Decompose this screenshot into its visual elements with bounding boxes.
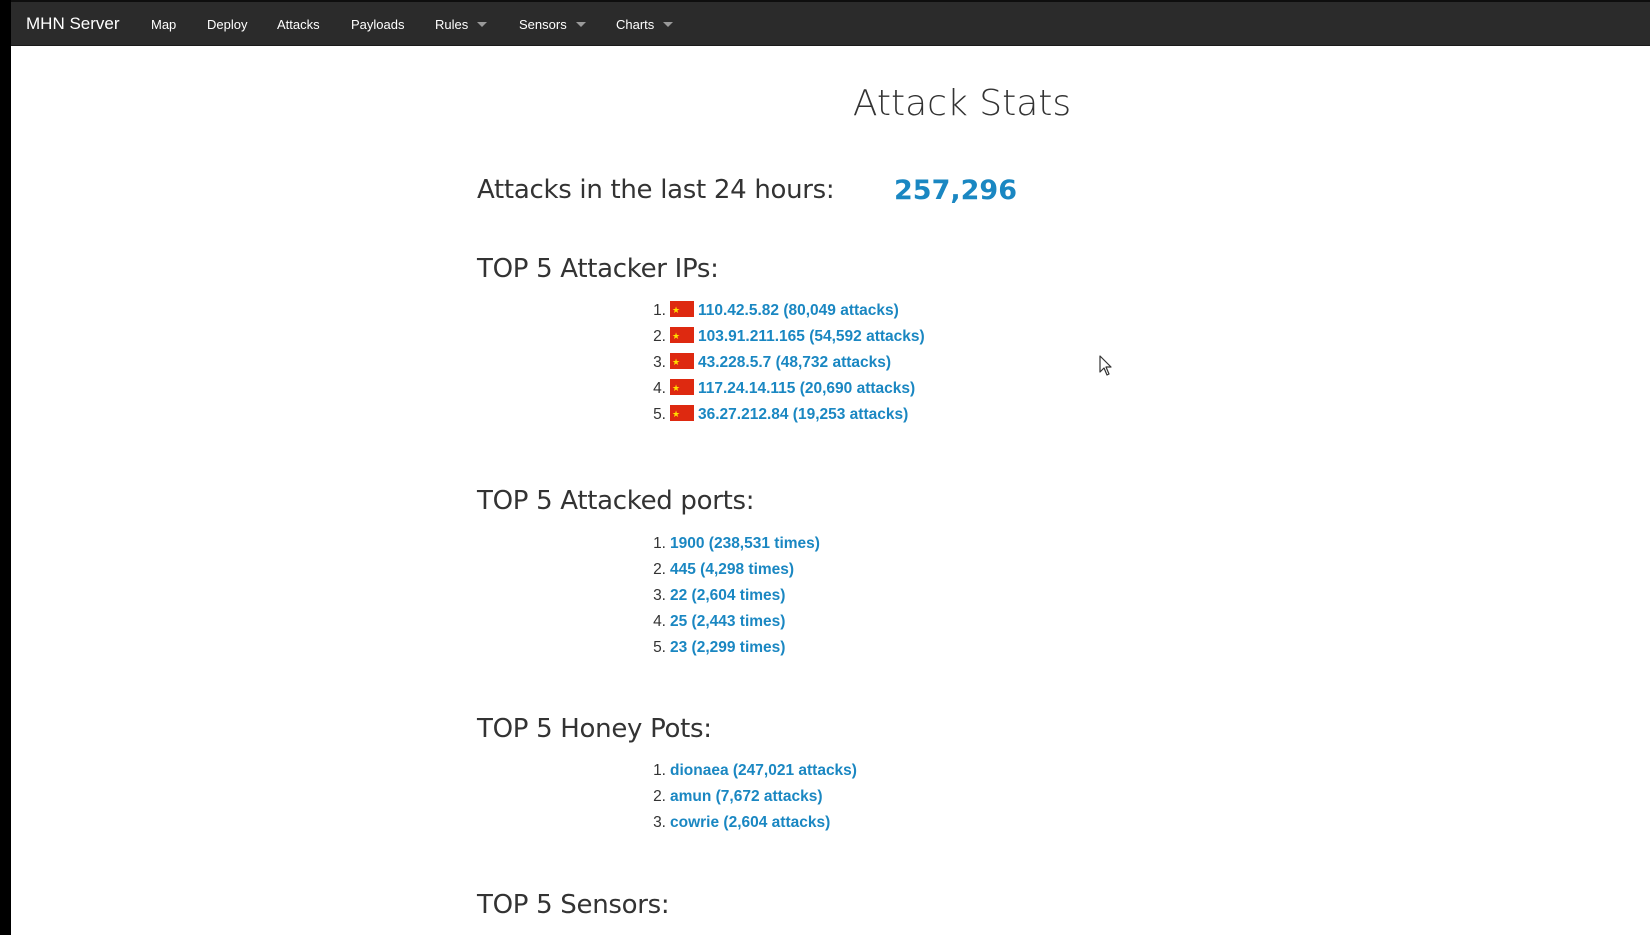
china-flag-icon (670, 298, 694, 324)
list-number: 5. (653, 406, 666, 423)
top-honeypots-list: 1. dionaea (247,021 attacks) 2. amun (7,67… (640, 758, 857, 836)
attacks-24h-count: 257,296 (894, 175, 1017, 206)
nav-attacks[interactable]: Attacks (277, 17, 320, 32)
honeypot-link[interactable]: amun (7,672 attacks) (670, 788, 823, 805)
nav-payloads-label: Payloads (351, 17, 405, 32)
nav-payloads[interactable]: Payloads (351, 17, 404, 32)
list-number: 3. (653, 354, 666, 371)
china-flag-icon (670, 350, 694, 376)
nav-sensors-dropdown[interactable]: Sensors (519, 17, 586, 32)
attacker-ip-link[interactable]: 43.228.5.7 (48,732 attacks) (698, 354, 891, 371)
list-item: 1. dionaea (247,021 attacks) (640, 758, 857, 784)
honeypot-link[interactable]: dionaea (247,021 attacks) (670, 762, 857, 779)
nav-charts-dropdown[interactable]: Charts (616, 17, 674, 32)
attacker-ip-link[interactable]: 36.27.212.84 (19,253 attacks) (698, 406, 908, 423)
list-number: 2. (653, 788, 666, 805)
top-ips-heading: TOP 5 Attacker IPs: (477, 254, 719, 284)
nav-deploy-label: Deploy (207, 17, 248, 32)
top-ports-heading: TOP 5 Attacked ports: (477, 486, 755, 516)
list-item: 2. 445 (4,298 times) (640, 557, 820, 583)
list-number: 2. (653, 561, 666, 578)
attacker-ip-link[interactable]: 117.24.14.115 (20,690 attacks) (698, 380, 915, 397)
caret-down-icon (477, 22, 488, 28)
page-title: Attack Stats (852, 83, 1072, 124)
list-item: 1. 110.42.5.82 (80,049 attacks) (640, 298, 925, 324)
list-item: 1. 1900 (238,531 times) (640, 531, 820, 557)
mouse-cursor-icon (1099, 355, 1112, 376)
list-item: 3. 22 (2,604 times) (640, 583, 820, 609)
nav-map-label: Map (151, 17, 177, 32)
list-number: 4. (653, 380, 666, 397)
attacker-ip-link[interactable]: 110.42.5.82 (80,049 attacks) (698, 302, 899, 319)
nav-rules-dropdown[interactable]: Rules (435, 17, 488, 32)
list-number: 4. (653, 613, 666, 630)
attacker-ip-link[interactable]: 103.91.211.165 (54,592 attacks) (698, 328, 925, 345)
port-link[interactable]: 25 (2,443 times) (670, 613, 785, 630)
nav-sensors-label: Sensors (519, 17, 567, 32)
list-item: 4. 117.24.14.115 (20,690 attacks) (640, 376, 925, 402)
china-flag-icon (670, 376, 694, 402)
china-flag-icon (670, 402, 694, 428)
list-number: 1. (653, 302, 666, 319)
list-item: 2. 103.91.211.165 (54,592 attacks) (640, 324, 925, 350)
top-ips-list: 1. 110.42.5.82 (80,049 attacks) 2. 103.91.… (640, 298, 925, 428)
port-link[interactable]: 23 (2,299 times) (670, 639, 785, 656)
top-navbar: MHN Server Map Deploy Attacks Payloads R… (11, 0, 1650, 46)
list-number: 5. (653, 639, 666, 656)
port-link[interactable]: 445 (4,298 times) (670, 561, 794, 578)
list-item: 5. 36.27.212.84 (19,253 attacks) (640, 402, 925, 428)
list-number: 3. (653, 587, 666, 604)
window-edge (0, 0, 11, 935)
port-link[interactable]: 1900 (238,531 times) (670, 535, 820, 552)
china-flag-icon (670, 324, 694, 350)
nav-deploy[interactable]: Deploy (207, 17, 247, 32)
honeypot-link[interactable]: cowrie (2,604 attacks) (670, 814, 830, 831)
brand-link[interactable]: MHN Server (26, 14, 120, 34)
caret-down-icon (663, 22, 674, 28)
list-item: 3. cowrie (2,604 attacks) (640, 810, 857, 836)
top-honeypots-heading: TOP 5 Honey Pots: (477, 714, 712, 744)
nav-map[interactable]: Map (151, 17, 176, 32)
port-link[interactable]: 22 (2,604 times) (670, 587, 785, 604)
list-number: 2. (653, 328, 666, 345)
caret-down-icon (575, 22, 586, 28)
list-item: 5. 23 (2,299 times) (640, 635, 820, 661)
top-sensors-heading: TOP 5 Sensors: (477, 890, 670, 920)
list-number: 1. (653, 535, 666, 552)
list-item: 4. 25 (2,443 times) (640, 609, 820, 635)
top-ports-list: 1. 1900 (238,531 times) 2. 445 (4,298 time… (640, 531, 820, 661)
list-number: 3. (653, 814, 666, 831)
list-item: 2. amun (7,672 attacks) (640, 784, 857, 810)
list-number: 1. (653, 762, 666, 779)
attacks-24h-label: Attacks in the last 24 hours: (477, 175, 835, 205)
list-item: 3. 43.228.5.7 (48,732 attacks) (640, 350, 925, 376)
nav-attacks-label: Attacks (277, 17, 320, 32)
nav-rules-label: Rules (435, 17, 469, 32)
nav-charts-label: Charts (616, 17, 655, 32)
